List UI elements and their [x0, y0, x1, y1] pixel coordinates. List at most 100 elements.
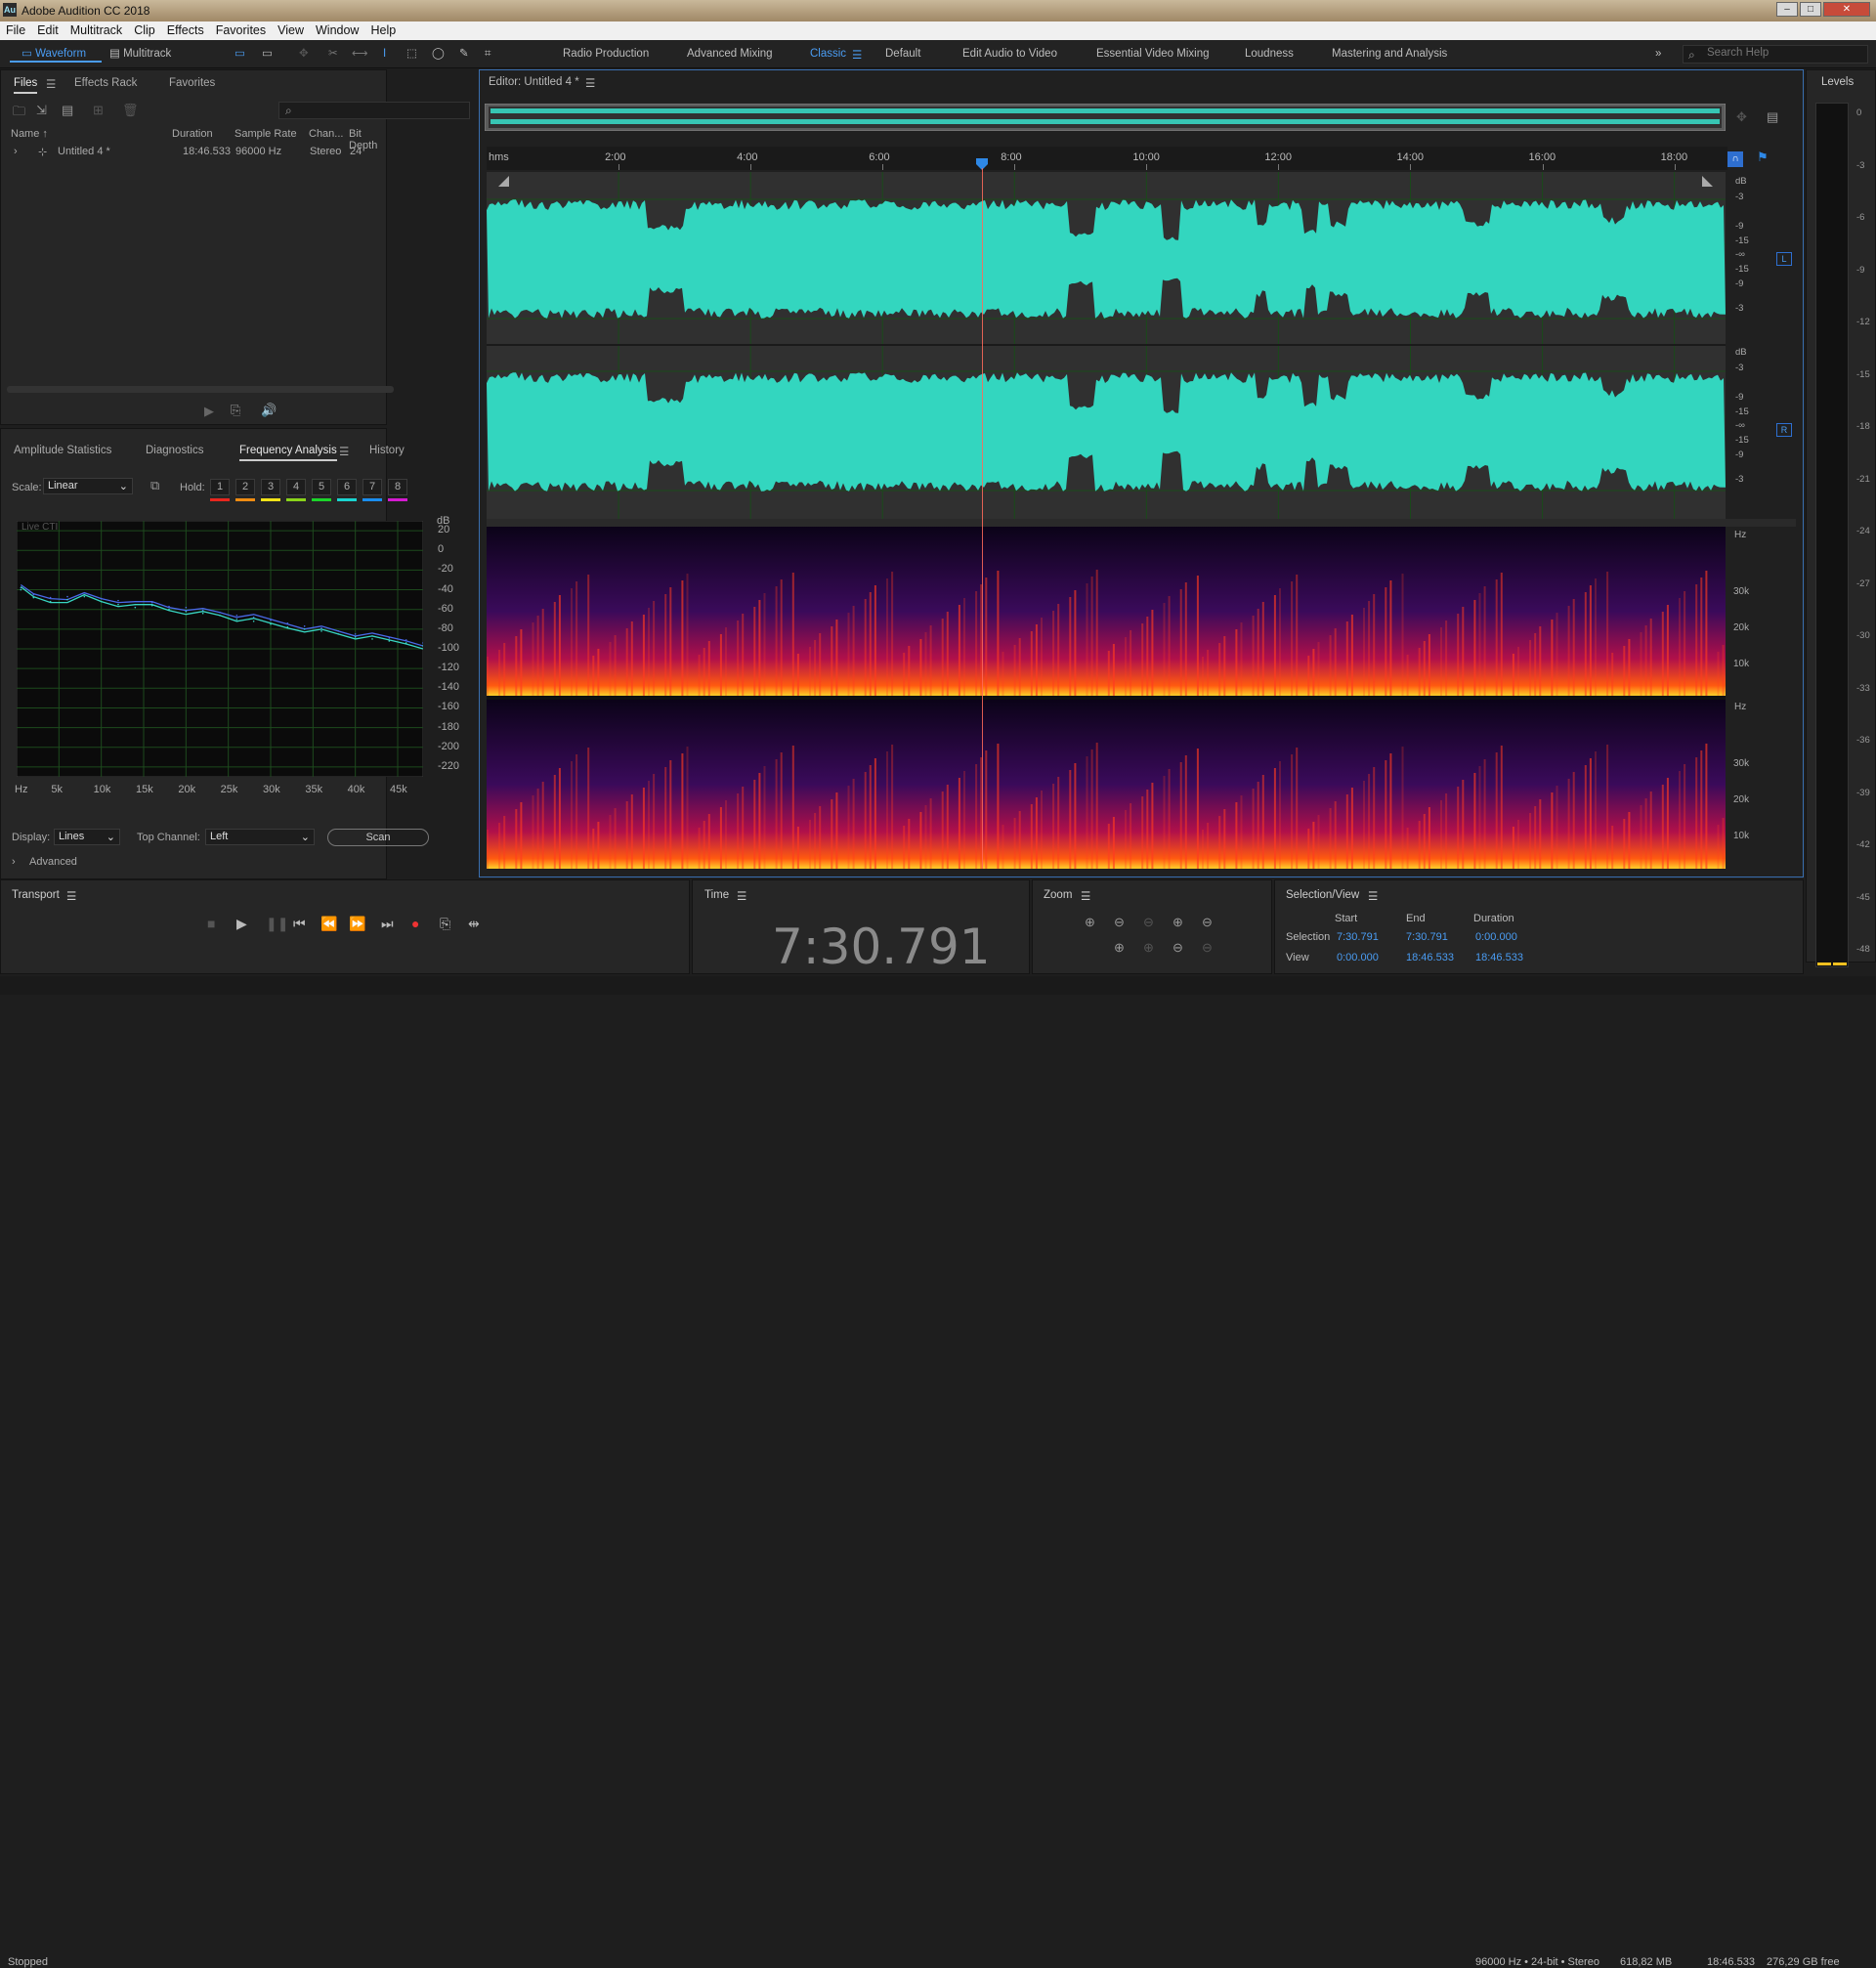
fast-forward-icon[interactable]: ⏩ [349, 916, 365, 932]
time-menu-icon[interactable]: ☰ [737, 889, 746, 903]
view-duration-value[interactable]: 18:46.533 [1475, 952, 1523, 963]
open-file-icon[interactable]: 🗀 [13, 103, 25, 124]
view-start-value[interactable]: 0:00.000 [1337, 952, 1379, 963]
rewind-icon[interactable]: ⏪ [320, 916, 337, 932]
menu-help[interactable]: Help [364, 21, 402, 37]
menu-favorites[interactable]: Favorites [210, 21, 272, 37]
zoom-nav-icon[interactable]: ✥ [1736, 109, 1747, 125]
zoom-selection-icon[interactable]: ⊕ [1114, 940, 1125, 956]
editor-menu-icon[interactable]: ☰ [585, 76, 595, 90]
skip-selection-icon[interactable]: ⇹ [468, 916, 480, 932]
column-name[interactable]: Name ↑ [11, 128, 48, 140]
menu-edit[interactable]: Edit [31, 21, 64, 37]
pitch-display-icon[interactable]: ▭ [262, 45, 273, 63]
zoom-in-time-icon[interactable]: ⊕ [1172, 915, 1183, 930]
workspace-menu-icon[interactable]: ☰ [852, 48, 862, 62]
spectral-display[interactable] [487, 527, 1726, 869]
time-selection-tool-icon[interactable]: I [383, 45, 386, 63]
selection-duration-value[interactable]: 0:00.000 [1475, 931, 1517, 943]
workspace-edit-audio-to-video[interactable]: Edit Audio to Video [962, 48, 1057, 60]
zoom-in-point-icon[interactable]: ⊖ [1172, 940, 1183, 956]
previous-icon[interactable]: ⏮ [293, 916, 306, 932]
workspace-advanced-mixing[interactable]: Advanced Mixing [687, 48, 773, 60]
advanced-chevron-icon[interactable]: › [12, 856, 16, 868]
zoom-out-amplitude-icon[interactable]: ⊖ [1114, 915, 1125, 930]
top-channel-dropdown[interactable]: Left ⌄ [205, 829, 315, 845]
workspace-mastering-and-analysis[interactable]: Mastering and Analysis [1332, 48, 1447, 60]
scale-dropdown[interactable]: Linear ⌄ [43, 478, 133, 494]
record-icon[interactable]: ● [411, 916, 419, 931]
lasso-tool-icon[interactable]: ◯ [432, 45, 445, 63]
marquee-tool-icon[interactable]: ⬚ [406, 45, 417, 63]
workspace-default[interactable]: Default [885, 48, 920, 60]
menu-file[interactable]: File [0, 21, 31, 37]
hold-button-5[interactable]: 5 [312, 479, 331, 495]
play-preview-icon[interactable]: ▶ [204, 404, 214, 419]
selection-start-value[interactable]: 7:30.791 [1337, 931, 1379, 943]
zoom-out-full-icon[interactable]: ⊖ [1143, 915, 1154, 930]
workspace-classic[interactable]: Classic [810, 48, 846, 60]
marker-icon[interactable]: ⚑ [1757, 150, 1769, 165]
zoom-out-time-icon[interactable]: ⊖ [1202, 915, 1213, 930]
workspace-essential-video-mixing[interactable]: Essential Video Mixing [1096, 48, 1210, 60]
tab-frequency-analysis[interactable]: Frequency Analysis [239, 445, 337, 461]
overview-navigator[interactable] [485, 104, 1726, 131]
hold-button-7[interactable]: 7 [362, 479, 382, 495]
workspace-loudness[interactable]: Loudness [1245, 48, 1294, 60]
selection-view-menu-icon[interactable]: ☰ [1368, 889, 1378, 903]
hold-button-4[interactable]: 4 [286, 479, 306, 495]
play-icon[interactable]: ▶ [236, 916, 247, 932]
expand-chevron-icon[interactable]: › [14, 146, 18, 157]
scan-button[interactable]: Scan [327, 829, 429, 846]
analysis-panel-menu-icon[interactable]: ☰ [339, 445, 349, 458]
hold-button-6[interactable]: 6 [337, 479, 357, 495]
insert-into-multitrack-icon[interactable]: ⊞ [93, 103, 104, 118]
zoom-menu-icon[interactable]: ☰ [1081, 889, 1090, 903]
maximize-button[interactable]: □ [1800, 2, 1821, 17]
menu-multitrack[interactable]: Multitrack [64, 21, 128, 37]
menu-clip[interactable]: Clip [128, 21, 161, 37]
zoom-in-amplitude-icon[interactable]: ⊕ [1085, 915, 1095, 930]
files-search-field[interactable]: ⌕ [278, 102, 470, 119]
new-file-icon[interactable]: ▤ [62, 103, 73, 118]
waveform-view-button[interactable]: ▭ Waveform [10, 45, 102, 63]
view-end-value[interactable]: 18:46.533 [1406, 952, 1454, 963]
snap-icon[interactable]: ∩ [1727, 151, 1743, 167]
razor-tool-icon[interactable]: ✂ [328, 45, 338, 63]
hold-button-3[interactable]: 3 [261, 479, 280, 495]
editor-options-icon[interactable]: ▤ [1767, 109, 1778, 125]
import-file-icon[interactable]: ⇲ [36, 103, 47, 118]
more-workspaces-icon[interactable]: » [1655, 48, 1661, 60]
transport-menu-icon[interactable]: ☰ [66, 889, 76, 903]
pause-icon[interactable]: ❚❚ [266, 916, 288, 932]
files-horizontal-scrollbar[interactable] [7, 386, 394, 393]
menu-view[interactable]: View [272, 21, 310, 37]
slip-tool-icon[interactable]: ⟷ [352, 45, 368, 63]
hold-button-2[interactable]: 2 [235, 479, 255, 495]
tab-amplitude-statistics[interactable]: Amplitude Statistics [14, 445, 111, 456]
advanced-toggle[interactable]: Advanced [29, 856, 77, 868]
file-row[interactable]: › ⊹ Untitled 4 * 18:46.533 96000 Hz Ster… [2, 145, 387, 160]
multitrack-view-button[interactable]: ▤ Multitrack [109, 45, 171, 63]
lock-to-cti-icon[interactable]: ⧉ [150, 478, 159, 493]
column-channels[interactable]: Chan... [309, 128, 343, 140]
search-help-input[interactable] [1707, 47, 1863, 59]
stop-icon[interactable]: ■ [207, 916, 215, 931]
column-duration[interactable]: Duration [172, 128, 213, 140]
close-button[interactable]: ✕ [1823, 2, 1870, 17]
column-sample-rate[interactable]: Sample Rate [234, 128, 297, 140]
loop-playback-icon[interactable]: ⎘ [440, 916, 450, 932]
hold-button-1[interactable]: 1 [210, 479, 230, 495]
menu-effects[interactable]: Effects [161, 21, 210, 37]
selection-end-value[interactable]: 7:30.791 [1406, 931, 1448, 943]
minimize-button[interactable]: – [1776, 2, 1798, 17]
display-dropdown[interactable]: Lines ⌄ [54, 829, 120, 845]
zoom-out-point-icon[interactable]: ⊖ [1202, 940, 1213, 956]
auto-play-icon[interactable]: 🔊 [261, 403, 277, 418]
channel-l-toggle[interactable]: L [1776, 252, 1792, 266]
waveform-display[interactable] [487, 172, 1726, 519]
pane-splitter[interactable] [487, 519, 1796, 527]
channel-r-toggle[interactable]: R [1776, 423, 1792, 437]
tab-effects-rack[interactable]: Effects Rack [74, 77, 137, 89]
tab-history[interactable]: History [369, 445, 405, 456]
